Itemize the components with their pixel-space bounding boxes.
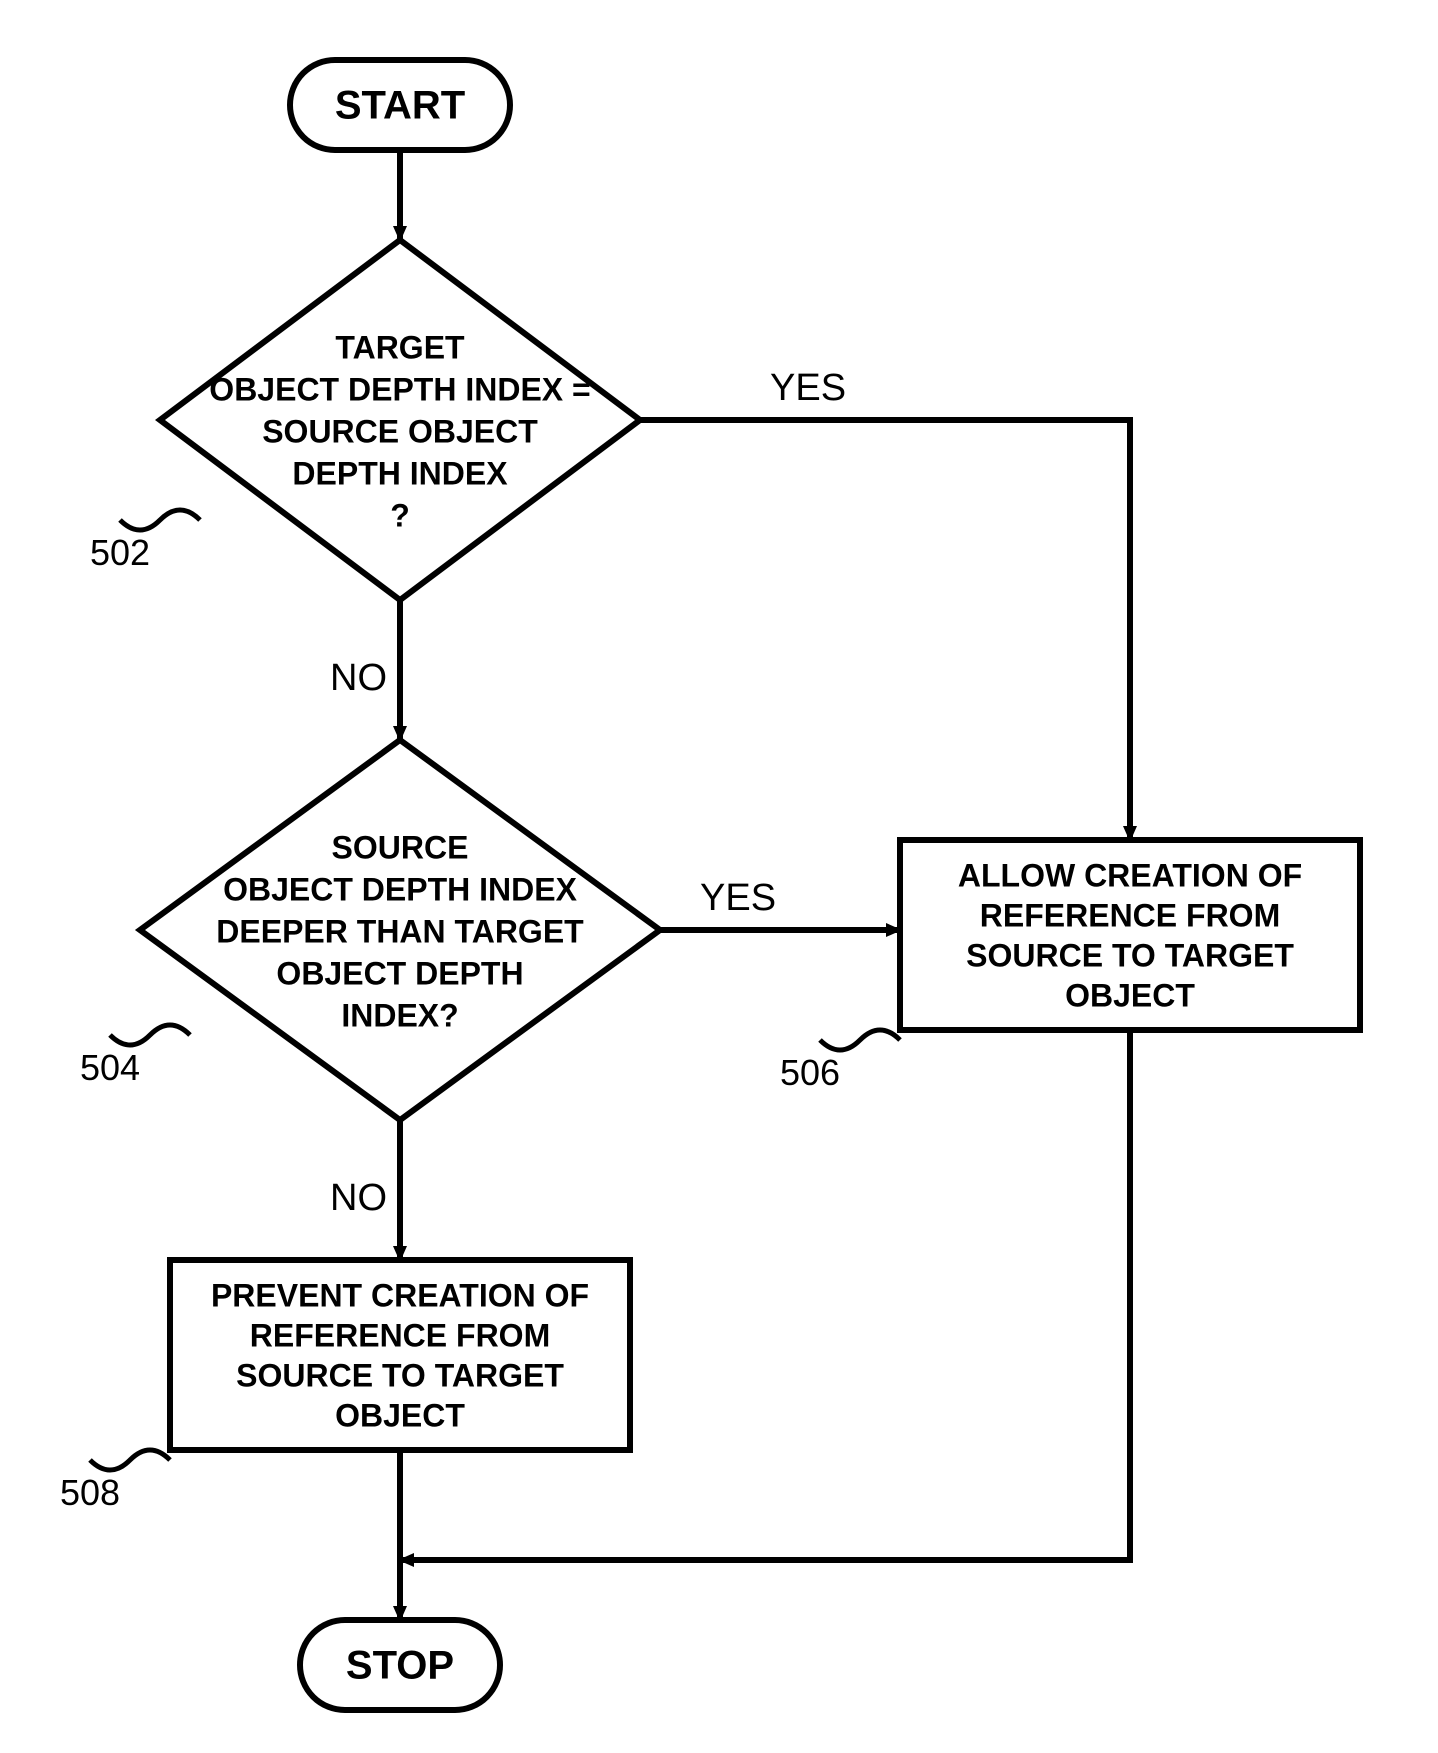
- ref-502: 502: [90, 532, 150, 573]
- decision-depth-equal: TARGET OBJECT DEPTH INDEX = SOURCE OBJEC…: [160, 240, 640, 600]
- start-node: START: [290, 60, 510, 150]
- start-label: START: [335, 84, 465, 128]
- process-prevent: PREVENT CREATION OF REFERENCE FROM SOURC…: [170, 1260, 630, 1450]
- d1-line4: DEPTH INDEX: [292, 455, 508, 491]
- d2-line4: OBJECT DEPTH: [276, 955, 523, 991]
- allow-line2: REFERENCE FROM: [980, 897, 1280, 933]
- ref-506-squiggle: [820, 1030, 900, 1050]
- ref-504-squiggle: [110, 1025, 190, 1045]
- d1-yes-label: YES: [770, 367, 846, 409]
- d1-no-label: NO: [330, 657, 387, 699]
- d1-line2: OBJECT DEPTH INDEX =: [209, 371, 590, 407]
- d1-line1: TARGET: [335, 329, 465, 365]
- d1-line3: SOURCE OBJECT: [262, 413, 538, 449]
- stop-label: STOP: [346, 1644, 454, 1688]
- edge-d2-no: NO: [330, 1120, 400, 1260]
- ref-504: 504: [80, 1047, 140, 1088]
- ref-508-squiggle: [90, 1450, 170, 1470]
- stop-node: STOP: [300, 1620, 500, 1710]
- d2-line2: OBJECT DEPTH INDEX: [223, 871, 577, 907]
- d2-line1: SOURCE: [332, 829, 469, 865]
- d2-line5: INDEX?: [341, 997, 458, 1033]
- ref-508: 508: [60, 1472, 120, 1513]
- prevent-line1: PREVENT CREATION OF: [211, 1277, 589, 1313]
- edge-d1-no: NO: [330, 600, 400, 740]
- process-allow: ALLOW CREATION OF REFERENCE FROM SOURCE …: [900, 840, 1360, 1030]
- allow-line3: SOURCE TO TARGET: [966, 937, 1294, 973]
- flowchart-canvas: START TARGET OBJECT DEPTH INDEX = SOURCE…: [0, 0, 1438, 1753]
- allow-line1: ALLOW CREATION OF: [958, 857, 1302, 893]
- allow-line4: OBJECT: [1065, 977, 1195, 1013]
- d2-line3: DEEPER THAN TARGET: [216, 913, 584, 949]
- d2-yes-label: YES: [700, 877, 776, 919]
- decision-source-deeper: SOURCE OBJECT DEPTH INDEX DEEPER THAN TA…: [140, 740, 660, 1120]
- prevent-line3: SOURCE TO TARGET: [236, 1357, 564, 1393]
- prevent-line4: OBJECT: [335, 1397, 465, 1433]
- edge-d1-yes: YES: [640, 367, 1130, 840]
- d1-line5: ?: [390, 497, 410, 533]
- d2-no-label: NO: [330, 1177, 387, 1219]
- ref-502-squiggle: [120, 510, 200, 530]
- edge-d2-yes: YES: [660, 877, 900, 930]
- prevent-line2: REFERENCE FROM: [250, 1317, 550, 1353]
- ref-506: 506: [780, 1052, 840, 1093]
